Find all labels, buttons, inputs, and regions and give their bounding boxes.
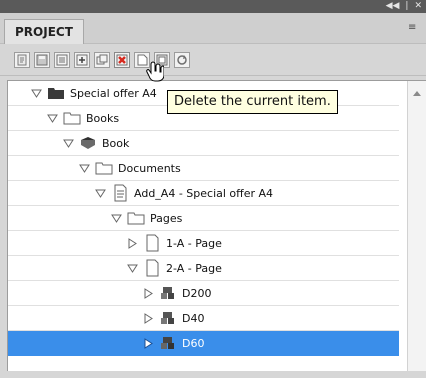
page-icon (146, 259, 159, 277)
tree-item-label: Pages (150, 211, 183, 225)
component-icon (161, 312, 174, 324)
tree-row[interactable]: D40 (8, 306, 399, 331)
duplicate-button[interactable] (94, 52, 110, 68)
select-icon (17, 54, 27, 66)
panel-menu-icon[interactable]: ≡ (408, 22, 420, 34)
component-icon (161, 337, 174, 349)
collapsed-arrow-icon[interactable] (127, 237, 138, 249)
tree-row[interactable]: 1-A - Page (8, 231, 399, 256)
scroll-up-arrow-icon[interactable] (413, 91, 421, 96)
tree-item-label: 2-A - Page (166, 261, 222, 275)
toolbar (0, 44, 426, 76)
page-icon (146, 234, 159, 252)
tree-item-label: Books (86, 111, 120, 125)
refresh-icon (177, 55, 187, 65)
save-icon (36, 54, 48, 66)
tree-item-label: Documents (118, 161, 181, 175)
expand-arrow-icon[interactable] (63, 138, 74, 149)
tree-item-label: D60 (182, 336, 205, 350)
collapse-icon[interactable]: ◀◀ (386, 0, 400, 13)
add-button[interactable] (74, 52, 90, 68)
project-tree: Special offer A4 Books Book Documents Ad… (7, 80, 426, 371)
collapsed-arrow-icon[interactable] (143, 287, 154, 299)
folder-icon (127, 212, 145, 225)
tree-item-label: Book (102, 136, 130, 150)
expand-arrow-icon[interactable] (95, 188, 106, 199)
properties-button[interactable] (54, 52, 70, 68)
tree-row[interactable]: Book (8, 131, 399, 156)
properties-icon (56, 54, 68, 66)
project-folder-icon (48, 88, 64, 99)
tree-item-label: Special offer A4 (70, 86, 157, 100)
folder-icon (95, 162, 113, 175)
expand-arrow-icon[interactable] (127, 263, 138, 274)
tree-row[interactable]: 2-A - Page (8, 256, 399, 281)
panel-tab-row: PROJECT ≡ (0, 13, 426, 44)
collapsed-arrow-icon[interactable] (143, 312, 154, 324)
folder-icon (63, 112, 81, 125)
project-panel: ◀◀ | ✕ PROJECT ≡ Special offer A4 Books … (0, 0, 426, 378)
tree-row[interactable]: Add_A4 - Special offer A4 (8, 181, 399, 206)
document-icon (114, 184, 127, 202)
separator: | (405, 1, 409, 11)
collapsed-arrow-icon[interactable] (143, 337, 154, 349)
panel-title-bar: ◀◀ | ✕ (0, 0, 426, 13)
component-icon (161, 287, 174, 299)
tree-row[interactable]: D200 (8, 281, 399, 306)
duplicate-icon (96, 54, 108, 65)
delete-button[interactable] (114, 52, 130, 68)
close-icon[interactable]: ✕ (414, 0, 422, 13)
tree-row-selected[interactable]: D60 (8, 331, 399, 356)
expand-arrow-icon[interactable] (31, 88, 42, 99)
hand-cursor-icon (146, 61, 164, 82)
tree-item-label: Add_A4 - Special offer A4 (134, 186, 274, 200)
refresh-button[interactable] (174, 52, 190, 68)
delete-tooltip: Delete the current item. (167, 90, 338, 114)
tree-row[interactable]: Documents (8, 156, 399, 181)
tab-project[interactable]: PROJECT (4, 19, 84, 44)
tree-item-label: D40 (182, 311, 205, 325)
expand-arrow-icon[interactable] (79, 163, 90, 174)
book-icon (81, 137, 95, 149)
panel-window-controls: ◀◀ | ✕ (386, 0, 422, 13)
save-button[interactable] (34, 52, 50, 68)
select-button[interactable] (14, 52, 30, 68)
add-icon (76, 54, 88, 66)
expand-arrow-icon[interactable] (47, 113, 58, 124)
tree-item-label: D200 (182, 286, 212, 300)
tree-item-label: 1-A - Page (166, 236, 222, 250)
tree-row[interactable]: Pages (8, 206, 399, 231)
delete-icon (116, 54, 128, 66)
expand-arrow-icon[interactable] (111, 213, 122, 224)
vertical-scrollbar[interactable] (407, 81, 426, 371)
